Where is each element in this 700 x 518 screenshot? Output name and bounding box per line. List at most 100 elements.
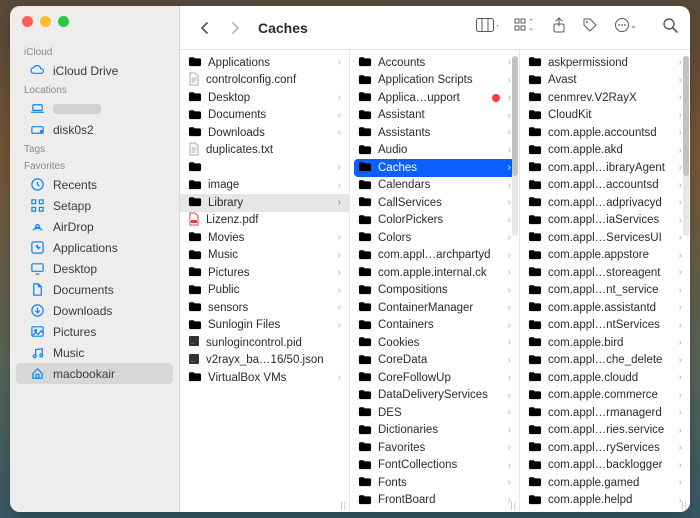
list-item[interactable]: com.appl…ntServices› — [520, 317, 690, 335]
sidebar-item-recents[interactable]: Recents — [16, 174, 173, 195]
list-item[interactable]: Calendars› — [350, 177, 519, 195]
list-item[interactable]: com.appl…accountsd› — [520, 177, 690, 195]
list-item[interactable]: Desktop› — [180, 89, 349, 107]
search-button[interactable] — [662, 17, 678, 38]
tags-button[interactable] — [582, 17, 598, 38]
list-item[interactable]: FrontBoard› — [350, 492, 519, 510]
list-item[interactable]: FontCollections› — [350, 457, 519, 475]
sidebar-item-hidden[interactable] — [16, 98, 173, 119]
list-item[interactable]: com.appl…nt_service› — [520, 282, 690, 300]
sidebar-item-music[interactable]: Music — [16, 342, 173, 363]
list-item[interactable]: CoreFollowUp› — [350, 369, 519, 387]
list-item[interactable]: Assistants› — [350, 124, 519, 142]
list-item[interactable]: controlconfig.conf — [180, 72, 349, 90]
action-menu-button[interactable]: ⌄ — [614, 17, 636, 38]
list-item[interactable]: com.appl…adprivacyd› — [520, 194, 690, 212]
list-item[interactable]: com.apple.cloudd› — [520, 369, 690, 387]
column-resize-handle[interactable]: || — [340, 500, 347, 510]
list-item[interactable]: Library› — [180, 194, 349, 212]
list-item[interactable]: com.appl…iaServices› — [520, 212, 690, 230]
sidebar-item-airdrop[interactable]: AirDrop — [16, 216, 173, 237]
column-resize-handle[interactable]: || — [510, 500, 517, 510]
share-button[interactable] — [552, 17, 566, 38]
column-resize-handle[interactable]: || — [681, 500, 688, 510]
list-item[interactable]: com.appl…ryServices› — [520, 439, 690, 457]
fullscreen-window-button[interactable] — [58, 16, 69, 27]
list-item[interactable]: VirtualBox VMs› — [180, 369, 349, 387]
list-item[interactable]: Audio› — [350, 142, 519, 160]
list-item[interactable]: duplicates.txt — [180, 142, 349, 160]
list-item[interactable]: com.apple.assistantd› — [520, 299, 690, 317]
list-item[interactable]: com.appl…ServicesUI› — [520, 229, 690, 247]
list-item[interactable]: _v2rayx_ba…16/50.json — [180, 352, 349, 370]
list-item[interactable]: Application Scripts› — [350, 72, 519, 90]
list-item[interactable]: com.apple.akd› — [520, 142, 690, 160]
list-item[interactable]: DES› — [350, 404, 519, 422]
forward-button[interactable] — [222, 16, 248, 40]
sidebar-item-downloads[interactable]: Downloads — [16, 300, 173, 321]
list-item[interactable]: Dictionaries› — [350, 422, 519, 440]
list-item[interactable]: ColorPickers› — [350, 212, 519, 230]
list-item[interactable]: Downloads› — [180, 124, 349, 142]
sidebar-item-documents[interactable]: Documents — [16, 279, 173, 300]
list-item[interactable]: Pictures› — [180, 264, 349, 282]
sidebar-item-icloud-drive[interactable]: iCloud Drive — [16, 60, 173, 81]
list-item[interactable]: Public› — [180, 282, 349, 300]
list-item[interactable]: sensors› — [180, 299, 349, 317]
list-item[interactable]: Avast› — [520, 72, 690, 90]
list-item[interactable]: Music› — [180, 247, 349, 265]
list-item[interactable]: image› — [180, 177, 349, 195]
list-item[interactable]: Colors› — [350, 229, 519, 247]
list-item[interactable]: CloudKit› — [520, 107, 690, 125]
list-item[interactable]: Lizenz.pdf — [180, 212, 349, 230]
list-item[interactable]: com.appl…storeagent› — [520, 264, 690, 282]
list-item[interactable]: Movies› — [180, 229, 349, 247]
list-item[interactable]: Containers› — [350, 317, 519, 335]
list-item[interactable]: CoreData› — [350, 352, 519, 370]
minimize-window-button[interactable] — [40, 16, 51, 27]
list-item[interactable]: Applications› — [180, 54, 349, 72]
view-columns-button[interactable]: ⌄ — [476, 18, 498, 37]
sidebar-item-pictures[interactable]: Pictures — [16, 321, 173, 342]
list-item[interactable]: Documents› — [180, 107, 349, 125]
list-item[interactable]: Accounts› — [350, 54, 519, 72]
list-item[interactable]: cenmrev.V2RayX› — [520, 89, 690, 107]
close-window-button[interactable] — [22, 16, 33, 27]
sidebar-item-applications[interactable]: Applications — [16, 237, 173, 258]
list-item[interactable]: com.apple.helpd› — [520, 492, 690, 510]
list-item[interactable]: Assistant› — [350, 107, 519, 125]
back-button[interactable] — [192, 16, 218, 40]
list-item[interactable]: com.appl…ibraryAgent› — [520, 159, 690, 177]
group-by-button[interactable]: ⌃⌄ — [514, 18, 536, 37]
list-item[interactable]: com.apple.commerce› — [520, 387, 690, 405]
list-item[interactable]: Cookies› — [350, 334, 519, 352]
column-0[interactable]: Applications›controlconfig.confDesktop›D… — [180, 50, 350, 512]
list-item[interactable]: Favorites› — [350, 439, 519, 457]
list-item[interactable]: com.apple.appstore› — [520, 247, 690, 265]
list-item[interactable]: askpermissiond› — [520, 54, 690, 72]
list-item[interactable]: com.appl…rmanagerd› — [520, 404, 690, 422]
list-item[interactable]: com.apple.bird› — [520, 334, 690, 352]
list-item[interactable]: DataDeliveryServices› — [350, 387, 519, 405]
list-item[interactable]: Compositions› — [350, 282, 519, 300]
sidebar-item-disk0s2[interactable]: disk0s2 — [16, 119, 173, 140]
list-item[interactable]: com.appl…che_delete› — [520, 352, 690, 370]
list-item[interactable]: Applica…upport› — [350, 89, 519, 107]
list-item[interactable]: _sunlogincontrol.pid — [180, 334, 349, 352]
list-item[interactable]: com.appl…archpartyd› — [350, 247, 519, 265]
list-item[interactable]: com.apple.accountsd› — [520, 124, 690, 142]
list-item[interactable]: › — [180, 159, 349, 177]
scrollbar-thumb[interactable] — [683, 56, 689, 176]
list-item[interactable]: Caches› — [354, 159, 515, 177]
list-item[interactable]: CallServices› — [350, 194, 519, 212]
list-item[interactable]: com.apple.internal.ck› — [350, 264, 519, 282]
list-item[interactable]: Fonts› — [350, 474, 519, 492]
list-item[interactable]: Sunlogin Files› — [180, 317, 349, 335]
column-1[interactable]: Accounts›Application Scripts›Applica…upp… — [350, 50, 520, 512]
sidebar-item-setapp[interactable]: Setapp — [16, 195, 173, 216]
sidebar-item-desktop[interactable]: Desktop — [16, 258, 173, 279]
list-item[interactable]: com.appl…backlogger› — [520, 457, 690, 475]
list-item[interactable]: com.appl…ries.service› — [520, 422, 690, 440]
sidebar-item-macbookair[interactable]: macbookair — [16, 363, 173, 384]
list-item[interactable]: ContainerManager› — [350, 299, 519, 317]
